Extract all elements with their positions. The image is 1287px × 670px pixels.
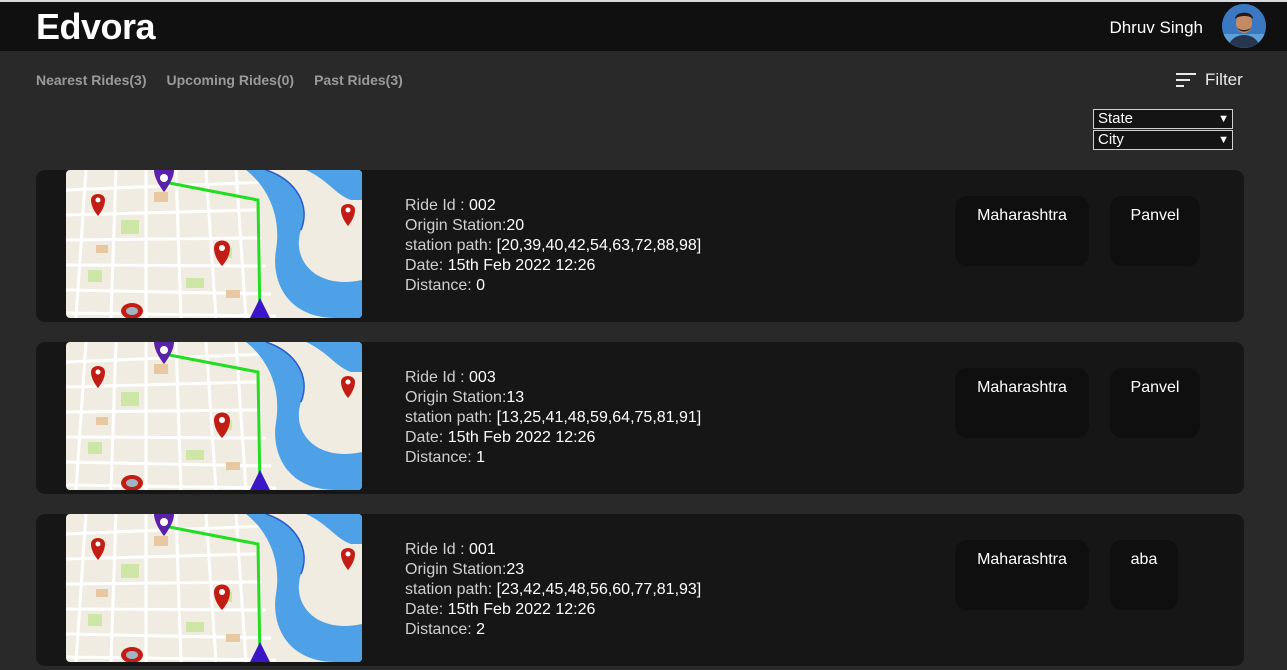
top-navbar: Edvora Dhruv Singh (0, 0, 1287, 51)
station-path: [20,39,40,42,54,63,72,88,98] (496, 237, 702, 254)
city-badge: aba (1110, 540, 1178, 610)
ride-info: Ride Id : 003 Origin Station:13 station … (405, 368, 701, 468)
ride-info: Ride Id : 002 Origin Station:20 station … (405, 196, 701, 296)
ride-map-image (66, 514, 362, 662)
ride-distance: 1 (476, 449, 486, 466)
chevron-down-icon: ▼ (1218, 134, 1229, 146)
filter-icon (1176, 73, 1196, 87)
city-select[interactable]: City ▼ (1093, 130, 1233, 150)
ride-id: 002 (469, 197, 496, 214)
map-illustration (66, 170, 362, 318)
tab-upcoming-rides[interactable]: Upcoming Rides(0) (167, 72, 295, 88)
date-label: Date: (405, 601, 448, 618)
distance-label: Distance: (405, 277, 477, 294)
map-illustration (66, 342, 362, 490)
distance-label: Distance: (405, 621, 477, 638)
ride-id-label: Ride Id : (405, 369, 470, 386)
ride-id-label: Ride Id : (405, 541, 470, 558)
state-select[interactable]: State ▼ (1093, 109, 1233, 129)
ride-map-image (66, 170, 362, 318)
origin-station: 20 (506, 217, 525, 234)
origin-station-label: Origin Station: (405, 389, 507, 406)
ride-card[interactable]: Ride Id : 002 Origin Station:20 station … (36, 170, 1244, 322)
state-badge: Maharashtra (955, 196, 1089, 266)
ride-info: Ride Id : 001 Origin Station:23 station … (405, 540, 701, 640)
ride-id-label: Ride Id : (405, 197, 470, 214)
origin-station: 23 (506, 561, 525, 578)
city-select-value: City (1098, 131, 1124, 148)
station-path: [23,42,45,48,56,60,77,81,93] (496, 581, 702, 598)
origin-station-label: Origin Station: (405, 217, 507, 234)
filter-label: Filter (1205, 70, 1243, 89)
origin-station-label: Origin Station: (405, 561, 507, 578)
ride-distance: 2 (476, 621, 486, 638)
date-label: Date: (405, 257, 448, 274)
origin-station: 13 (506, 389, 525, 406)
chevron-down-icon: ▼ (1218, 113, 1229, 125)
ride-id: 001 (469, 541, 496, 558)
ride-date: 15th Feb 2022 12:26 (447, 429, 596, 446)
ride-id: 003 (469, 369, 496, 386)
state-badge: Maharashtra (955, 368, 1089, 438)
avatar-image (1222, 4, 1266, 48)
ride-card[interactable]: Ride Id : 003 Origin Station:13 station … (36, 342, 1244, 494)
date-label: Date: (405, 429, 448, 446)
user-name: Dhruv Singh (1109, 18, 1203, 37)
station-path-label: station path: (405, 409, 497, 426)
ride-date: 15th Feb 2022 12:26 (447, 601, 596, 618)
tab-nearest-rides[interactable]: Nearest Rides(3) (36, 72, 147, 88)
city-badge: Panvel (1110, 196, 1200, 266)
station-path-label: station path: (405, 237, 497, 254)
station-path: [13,25,41,48,59,64,75,81,91] (496, 409, 702, 426)
state-select-value: State (1098, 110, 1134, 127)
filter-button[interactable]: Filter (1176, 70, 1243, 90)
ride-card[interactable]: Ride Id : 001 Origin Station:23 station … (36, 514, 1244, 666)
distance-label: Distance: (405, 449, 477, 466)
ride-date: 15th Feb 2022 12:26 (447, 257, 596, 274)
city-badge: Panvel (1110, 368, 1200, 438)
tab-past-rides[interactable]: Past Rides(3) (314, 72, 403, 88)
state-badge: Maharashtra (955, 540, 1089, 610)
avatar[interactable] (1222, 4, 1266, 48)
map-illustration (66, 514, 362, 662)
ride-tabs: Nearest Rides(3) Upcoming Rides(0) Past … (36, 72, 403, 88)
station-path-label: station path: (405, 581, 497, 598)
brand-logo[interactable]: Edvora (36, 6, 156, 48)
ride-map-image (66, 342, 362, 490)
ride-distance: 0 (476, 277, 486, 294)
